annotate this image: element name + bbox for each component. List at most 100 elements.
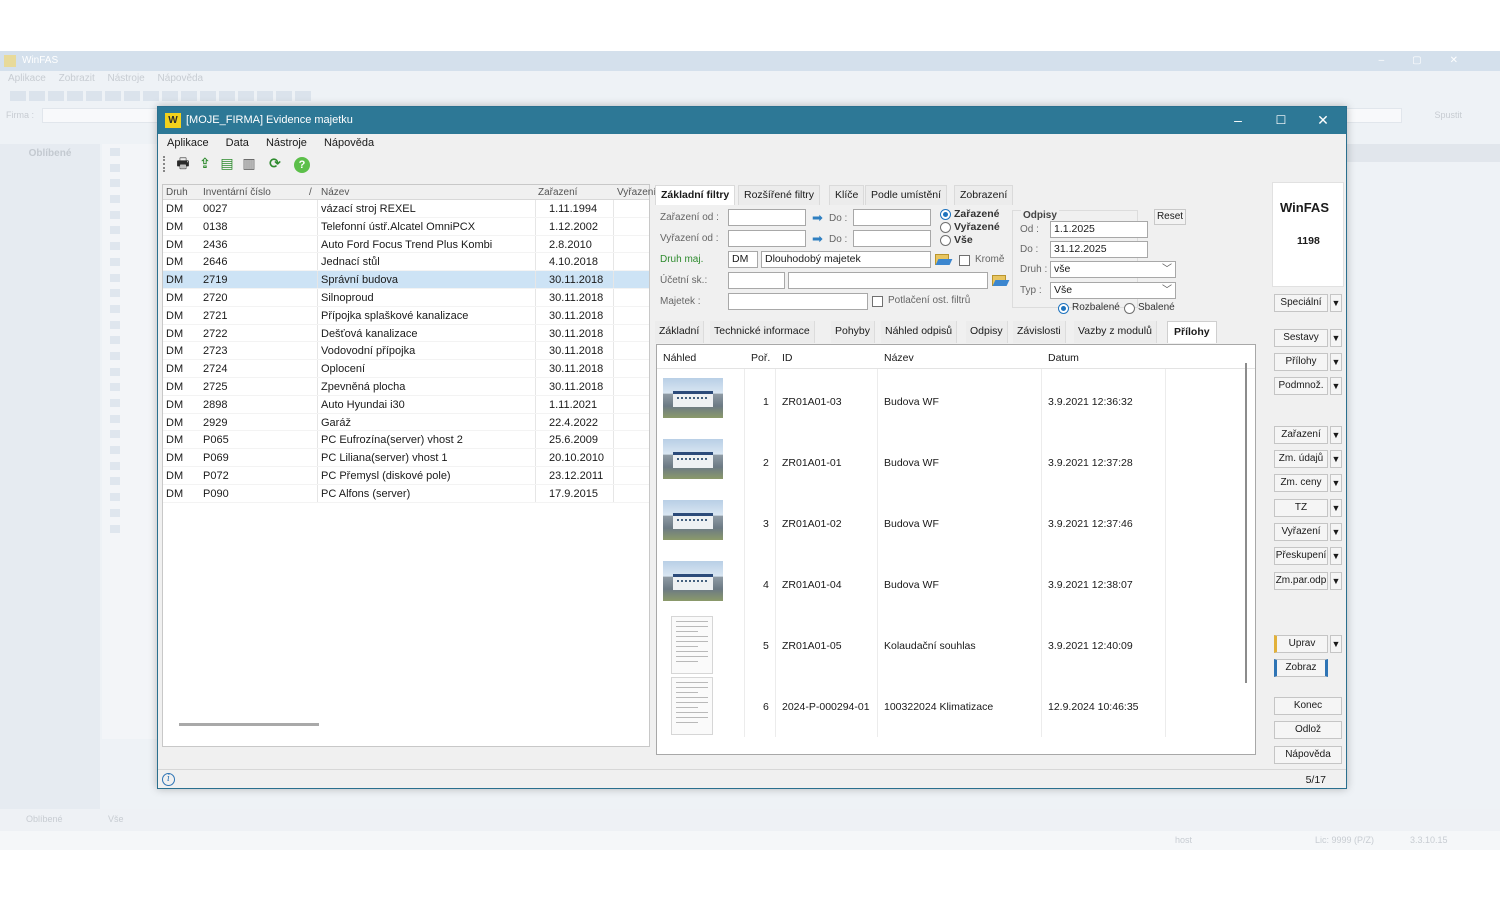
tab-odpisy[interactable]: Odpisy [966, 321, 1008, 343]
table-row[interactable]: DM 2929 Garáž 22.4.2022 [163, 413, 649, 432]
tree-item[interactable] [102, 348, 160, 364]
bg-menu-zobrazit[interactable]: Zobrazit [59, 73, 95, 84]
tree-item[interactable] [102, 521, 160, 537]
odpisy-od-input[interactable]: 1.1.2025 [1050, 221, 1148, 238]
tab-nahled-odpisu[interactable]: Náhled odpisů [881, 321, 958, 343]
tree-item[interactable] [102, 411, 160, 427]
copy-icon[interactable]: ▥ [239, 154, 259, 173]
dropdown-arrow-icon[interactable]: ▼ [1330, 353, 1342, 371]
subsets-button[interactable]: Podmnož. [1274, 377, 1328, 395]
bg-tool-icon[interactable] [162, 91, 178, 101]
bg-tool-icon[interactable] [219, 91, 235, 101]
table-row[interactable]: DM P072 PC Přemysl (diskové pole) 23.12.201… [163, 466, 649, 485]
dropdown-arrow-icon[interactable]: ▼ [1330, 450, 1342, 468]
dropdown-arrow-icon[interactable]: ▼ [1330, 499, 1342, 517]
postpone-button[interactable]: Odlož [1274, 721, 1342, 739]
building-photo-thumbnail[interactable] [663, 378, 723, 418]
export-icon[interactable]: ⇪ [195, 154, 215, 173]
tab-technicke-informace[interactable]: Technické informace [710, 321, 815, 343]
tree-item[interactable] [102, 442, 160, 458]
bg-tool-icon[interactable] [276, 91, 292, 101]
dropdown-arrow-icon[interactable]: ▼ [1330, 329, 1342, 347]
bg-tool-icon[interactable] [143, 91, 159, 101]
bottom-tab-favorites[interactable]: Oblíbené [26, 814, 63, 824]
bg-tool-icon[interactable] [67, 91, 83, 101]
table-row[interactable]: DM P065 PC Eufrozína(server) vhost 2 25.6.2… [163, 431, 649, 450]
inclusion-button[interactable]: Zařazení [1274, 426, 1328, 444]
tab-podle-umisteni[interactable]: Podle umístění [865, 185, 948, 205]
druh-maj-code-input[interactable]: DM [728, 251, 758, 268]
table-row[interactable]: DM 2722 Dešťová kanalizace 30.11.2018 [163, 324, 649, 343]
bg-tool-icon[interactable] [257, 91, 273, 101]
view-button[interactable]: Zobraz [1274, 659, 1328, 677]
bg-tool-icon[interactable] [48, 91, 64, 101]
krome-checkbox[interactable] [959, 255, 970, 266]
ucetni-sk-code-input[interactable] [728, 272, 785, 289]
column-header-nazev[interactable]: Název [884, 352, 914, 364]
column-header-nahled[interactable]: Náhled [663, 352, 696, 364]
menu-nastroje[interactable]: Nástroje [266, 137, 307, 149]
table-row[interactable]: DM 2719 Správní budova 30.11.2018 [163, 271, 649, 289]
print-icon[interactable]: 🖶 [173, 154, 193, 173]
tree-item[interactable] [102, 175, 160, 191]
table-row[interactable]: DM 2725 Zpevněná plocha 30.11.2018 [163, 377, 649, 396]
tree-item[interactable] [102, 505, 160, 521]
background-window-controls[interactable]: –▢✕ [1379, 51, 1486, 71]
tree-item[interactable] [102, 301, 160, 317]
special-button[interactable]: Speciální [1274, 294, 1328, 312]
help-button[interactable]: Nápověda [1274, 746, 1342, 764]
column-header-datum[interactable]: Datum [1048, 352, 1079, 364]
typ-select[interactable]: Vše ﹀ [1050, 282, 1176, 299]
attachment-row[interactable]: 1 ZR01A01-03 Budova WF 3.9.2021 12:36:32 [657, 369, 1247, 432]
bg-tool-icon[interactable] [86, 91, 102, 101]
bg-menu-aplikace[interactable]: Aplikace [8, 73, 46, 84]
table-row[interactable]: DM 2723 Vodovodní přípojka 30.11.2018 [163, 342, 649, 361]
close-icon[interactable]: ✕ [1308, 111, 1338, 129]
column-header-vyrazeni[interactable]: Vyřazení [617, 187, 656, 198]
minimize-icon[interactable]: – [1223, 111, 1253, 129]
attachment-row[interactable]: 6 2024-P-000294-01 100322024 Klimatizace 12… [657, 674, 1247, 737]
table-row[interactable]: DM 2724 Oplocení 30.11.2018 [163, 360, 649, 378]
radio-vyrazene[interactable] [940, 222, 951, 233]
tree-item[interactable] [102, 332, 160, 348]
document-thumbnail[interactable] [671, 616, 713, 674]
druh-maj-name-input[interactable]: Dlouhodobý majetek [761, 251, 931, 268]
tree-item[interactable] [102, 160, 160, 176]
attachment-row[interactable]: 4 ZR01A01-04 Budova WF 3.9.2021 12:38:07 [657, 552, 1247, 615]
table-row[interactable]: DM P069 PC Liliana(server) vhost 1 20.10.20… [163, 449, 649, 467]
tree-item[interactable] [102, 222, 160, 238]
bg-tool-icon[interactable] [181, 91, 197, 101]
dropdown-arrow-icon[interactable]: ▼ [1330, 474, 1342, 492]
radio-vse[interactable] [940, 235, 951, 246]
odpisy-do-input[interactable]: 31.12.2025 [1050, 241, 1148, 258]
tab-zavislosti[interactable]: Závislosti [1013, 321, 1066, 343]
radio-zarazene[interactable] [940, 209, 951, 220]
tab-zobrazeni[interactable]: Zobrazení [954, 185, 1014, 205]
menu-napoveda[interactable]: Nápověda [324, 137, 374, 149]
building-photo-thumbnail[interactable] [663, 439, 723, 479]
edit-button[interactable]: Uprav [1274, 635, 1328, 653]
tz-button[interactable]: TZ [1274, 499, 1328, 517]
tree-item[interactable] [102, 317, 160, 333]
bg-menu-napoveda[interactable]: Nápověda [158, 73, 204, 84]
disposal-button[interactable]: Vyřazení [1274, 523, 1328, 541]
open-folder-icon[interactable] [992, 275, 1006, 286]
dropdown-arrow-icon[interactable]: ▼ [1330, 426, 1342, 444]
column-header-nazev[interactable]: Název [321, 187, 349, 198]
bg-tool-icon[interactable] [29, 91, 45, 101]
regroup-button[interactable]: Přeskupení [1274, 547, 1328, 565]
refresh-icon[interactable]: ⟳ [265, 154, 285, 173]
tree-item[interactable] [102, 473, 160, 489]
tree-item[interactable] [102, 426, 160, 442]
druh-select[interactable]: vše ﹀ [1050, 261, 1176, 278]
tree-item[interactable] [102, 395, 160, 411]
radio-rozbalene[interactable] [1058, 303, 1069, 314]
tab-vazby-z-modulu[interactable]: Vazby z modulů [1074, 321, 1157, 343]
tree-item[interactable] [102, 270, 160, 286]
table-row[interactable]: DM 0027 vázací stroj REXEL 1.11.1994 [163, 200, 649, 218]
majetek-input[interactable] [728, 293, 868, 310]
dropdown-arrow-icon[interactable]: ▼ [1330, 294, 1342, 312]
bg-tool-icon[interactable] [200, 91, 216, 101]
list-icon[interactable]: ▤ [217, 154, 237, 173]
tree-item[interactable] [102, 364, 160, 380]
